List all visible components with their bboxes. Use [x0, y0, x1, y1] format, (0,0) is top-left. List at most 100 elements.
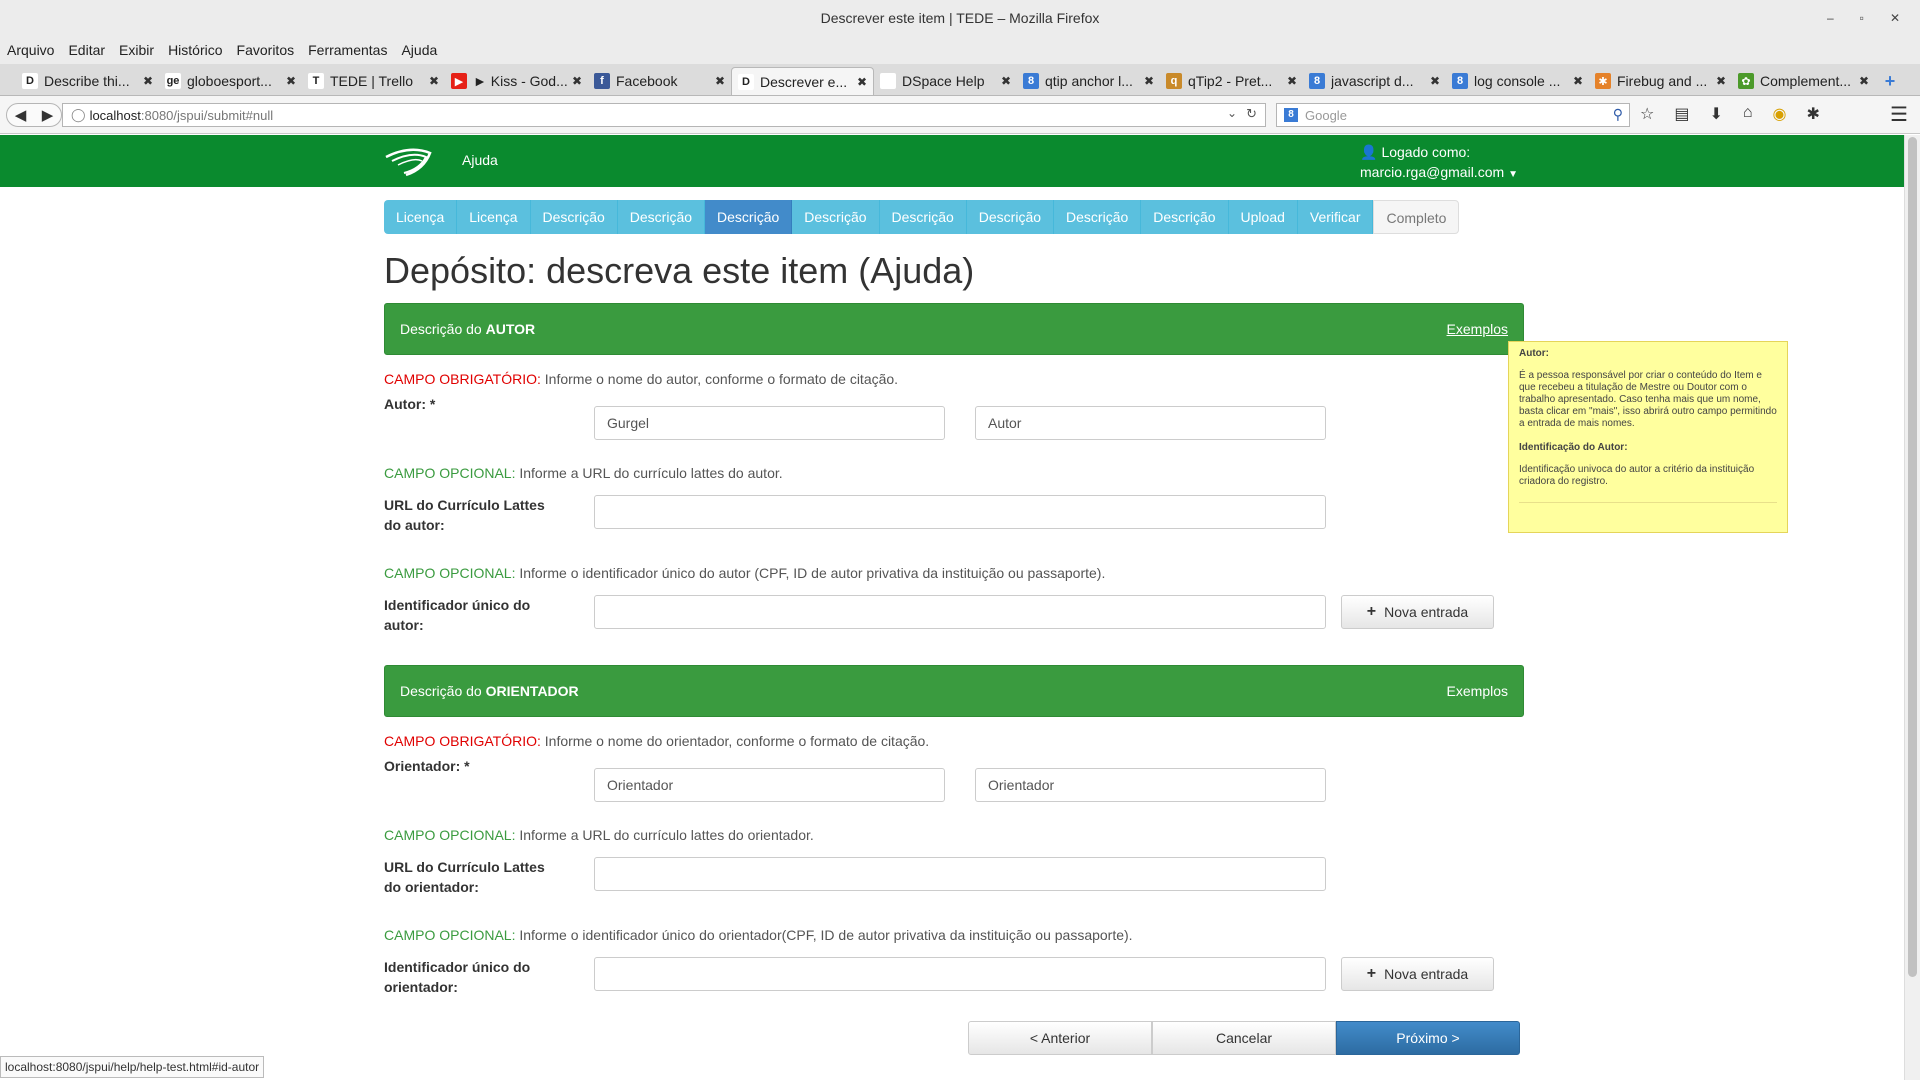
tab-close-icon[interactable]: ✖ — [143, 74, 153, 88]
hamburger-menu-icon[interactable]: ☰ — [1890, 102, 1908, 127]
scrollbar-thumb[interactable] — [1908, 137, 1917, 977]
tab-close-icon[interactable]: ✖ — [857, 75, 867, 89]
menu-historico[interactable]: Histórico — [168, 42, 222, 58]
tab-close-icon[interactable]: ✖ — [1573, 74, 1583, 88]
advisor-firstname-input[interactable]: Orientador — [975, 768, 1326, 802]
step-7[interactable]: Descrição — [879, 200, 967, 234]
menu-arquivo[interactable]: Arquivo — [7, 42, 54, 58]
step-8[interactable]: Descrição — [966, 200, 1055, 234]
browser-tab[interactable]: 8 qtip anchor l... ✖ — [1017, 67, 1160, 95]
author-firstname-input[interactable]: Autor — [975, 406, 1326, 440]
maximize-button[interactable]: ▫ — [1860, 0, 1864, 36]
advisor-section-header: Descrição do ORIENTADOR Exemplos — [384, 665, 1524, 717]
browser-tab[interactable]: f Facebook ✖ — [588, 67, 731, 95]
addon-icon[interactable]: ◉ — [1773, 104, 1787, 124]
user-menu[interactable]: 👤 Logado como: marcio.rga@gmail.com ▼ — [1360, 142, 1518, 185]
next-button[interactable]: Próximo > — [1336, 1021, 1520, 1055]
optional-tag: CAMPO OPCIONAL: — [384, 565, 516, 581]
site-logo[interactable] — [384, 143, 434, 181]
browser-tab[interactable]: D Describe thi... ✖ — [16, 67, 159, 95]
firebug-icon[interactable]: ✱ — [1807, 104, 1820, 124]
browser-tab[interactable]: D Descrever e... ✖ — [731, 67, 874, 95]
window-titlebar: Descrever este item | TEDE – Mozilla Fir… — [0, 0, 1920, 36]
advisor-lattes-input[interactable] — [594, 857, 1326, 891]
tab-close-icon[interactable]: ✖ — [1001, 74, 1011, 88]
new-tab-icon[interactable]: + — [1875, 67, 1905, 95]
author-id-input[interactable] — [594, 595, 1326, 629]
tooltip-divider — [1519, 502, 1777, 503]
author-section-header: Descrição do AUTOR Exemplos — [384, 303, 1524, 355]
cancel-button[interactable]: Cancelar — [1152, 1021, 1336, 1055]
search-icon[interactable]: ⚲ — [1613, 106, 1623, 123]
step-10[interactable]: Descrição — [1141, 200, 1229, 234]
home-icon[interactable]: ⌂ — [1743, 104, 1753, 124]
search-placeholder: Google — [1305, 107, 1347, 123]
search-engine-icon[interactable]: 8 — [1277, 104, 1305, 126]
tab-close-icon[interactable]: ✖ — [1144, 74, 1154, 88]
browser-tab[interactable]: 8 javascript d... ✖ — [1303, 67, 1446, 95]
author-lattes-input[interactable] — [594, 495, 1326, 529]
search-bar[interactable]: 8 Google ⚲ — [1276, 103, 1630, 127]
url-bar[interactable]: ◯ localhost:8080/jspui/submit#null ⌄ ↻ — [62, 103, 1266, 127]
browser-tab[interactable]: q qTip2 - Pret... ✖ — [1160, 67, 1303, 95]
menu-exibir[interactable]: Exibir — [119, 42, 154, 58]
advisor-name-label: Orientador: * — [384, 758, 470, 774]
browser-tab[interactable]: 8 log console ... ✖ — [1446, 67, 1589, 95]
downloads-icon[interactable]: ⬇ — [1709, 104, 1722, 124]
step-9[interactable]: Descrição — [1054, 200, 1142, 234]
tab-favicon-icon: ▶ — [451, 73, 467, 89]
browser-tab[interactable]: ✿ Complement... ✖ — [1732, 67, 1875, 95]
browser-tab[interactable]: ▶ ► Kiss - God... ✖ — [445, 67, 588, 95]
tab-close-icon[interactable]: ✖ — [1716, 74, 1726, 88]
advisor-id-input[interactable] — [594, 957, 1326, 991]
window-controls: – ▫ ✕ — [1827, 0, 1900, 36]
minimize-button[interactable]: – — [1827, 0, 1834, 36]
step-3[interactable]: Descrição — [530, 200, 618, 234]
tab-close-icon[interactable]: ✖ — [429, 74, 439, 88]
menu-ferramentas[interactable]: Ferramentas — [308, 42, 387, 58]
bookmarks-list-icon[interactable]: ▤ — [1674, 104, 1689, 124]
bookmark-star-icon[interactable]: ☆ — [1640, 104, 1654, 124]
tab-close-icon[interactable]: ✖ — [1287, 74, 1297, 88]
author-add-entry-button[interactable]: + Nova entrada — [1341, 595, 1494, 629]
step-2[interactable]: Licença — [457, 200, 531, 234]
back-arrow-icon[interactable]: ◀ — [15, 106, 27, 124]
tab-close-icon[interactable]: ✖ — [1859, 74, 1869, 88]
help-tooltip: Autor: É a pessoa responsável por criar … — [1508, 341, 1788, 533]
browser-tab[interactable]: T TEDE | Trello ✖ — [302, 67, 445, 95]
menu-editar[interactable]: Editar — [68, 42, 105, 58]
back-forward-buttons: ◀ ▶ — [6, 103, 62, 127]
menu-ajuda[interactable]: Ajuda — [401, 42, 437, 58]
url-path: :8080/jspui/submit#null — [140, 107, 274, 123]
site-identity-icon[interactable]: ◯ — [71, 107, 86, 123]
step-4[interactable]: Descrição — [617, 200, 706, 234]
previous-button[interactable]: < Anterior — [968, 1021, 1152, 1055]
forward-arrow-icon[interactable]: ▶ — [42, 106, 54, 124]
advisor-add-entry-button[interactable]: + Nova entrada — [1341, 957, 1494, 991]
close-window-button[interactable]: ✕ — [1890, 0, 1900, 36]
author-lastname-input[interactable]: Gurgel — [594, 406, 945, 440]
page-scrollbar[interactable] — [1904, 135, 1920, 1080]
step-1[interactable]: Licença — [384, 200, 458, 234]
url-dropdown-icon[interactable]: ⌄ — [1227, 106, 1237, 120]
reload-icon[interactable]: ↻ — [1246, 106, 1257, 122]
user-email-row[interactable]: marcio.rga@gmail.com ▼ — [1360, 162, 1518, 185]
tab-close-icon[interactable]: ✖ — [715, 74, 725, 88]
browser-tab[interactable]: ✱ Firebug and ... ✖ — [1589, 67, 1732, 95]
advisor-examples-link[interactable]: Exemplos — [1447, 683, 1508, 699]
browser-tab[interactable]: DSpace Help ✖ — [874, 67, 1017, 95]
header-help-link[interactable]: Ajuda — [462, 152, 498, 168]
step-6[interactable]: Descrição — [792, 200, 880, 234]
tab-close-icon[interactable]: ✖ — [286, 74, 296, 88]
step-11[interactable]: Upload — [1228, 200, 1298, 234]
form-navigation: < Anterior Cancelar Próximo > — [968, 1021, 1520, 1055]
menu-favoritos[interactable]: Favoritos — [237, 42, 295, 58]
tab-close-icon[interactable]: ✖ — [1430, 74, 1440, 88]
tab-favicon-icon: 8 — [1309, 73, 1325, 89]
step-12[interactable]: Verificar — [1297, 200, 1374, 234]
author-examples-link[interactable]: Exemplos — [1447, 321, 1508, 337]
browser-tab[interactable]: ge globoesport... ✖ — [159, 67, 302, 95]
advisor-lastname-input[interactable]: Orientador — [594, 768, 945, 802]
tab-close-icon[interactable]: ✖ — [572, 74, 582, 88]
step-5[interactable]: Descrição — [705, 200, 793, 234]
